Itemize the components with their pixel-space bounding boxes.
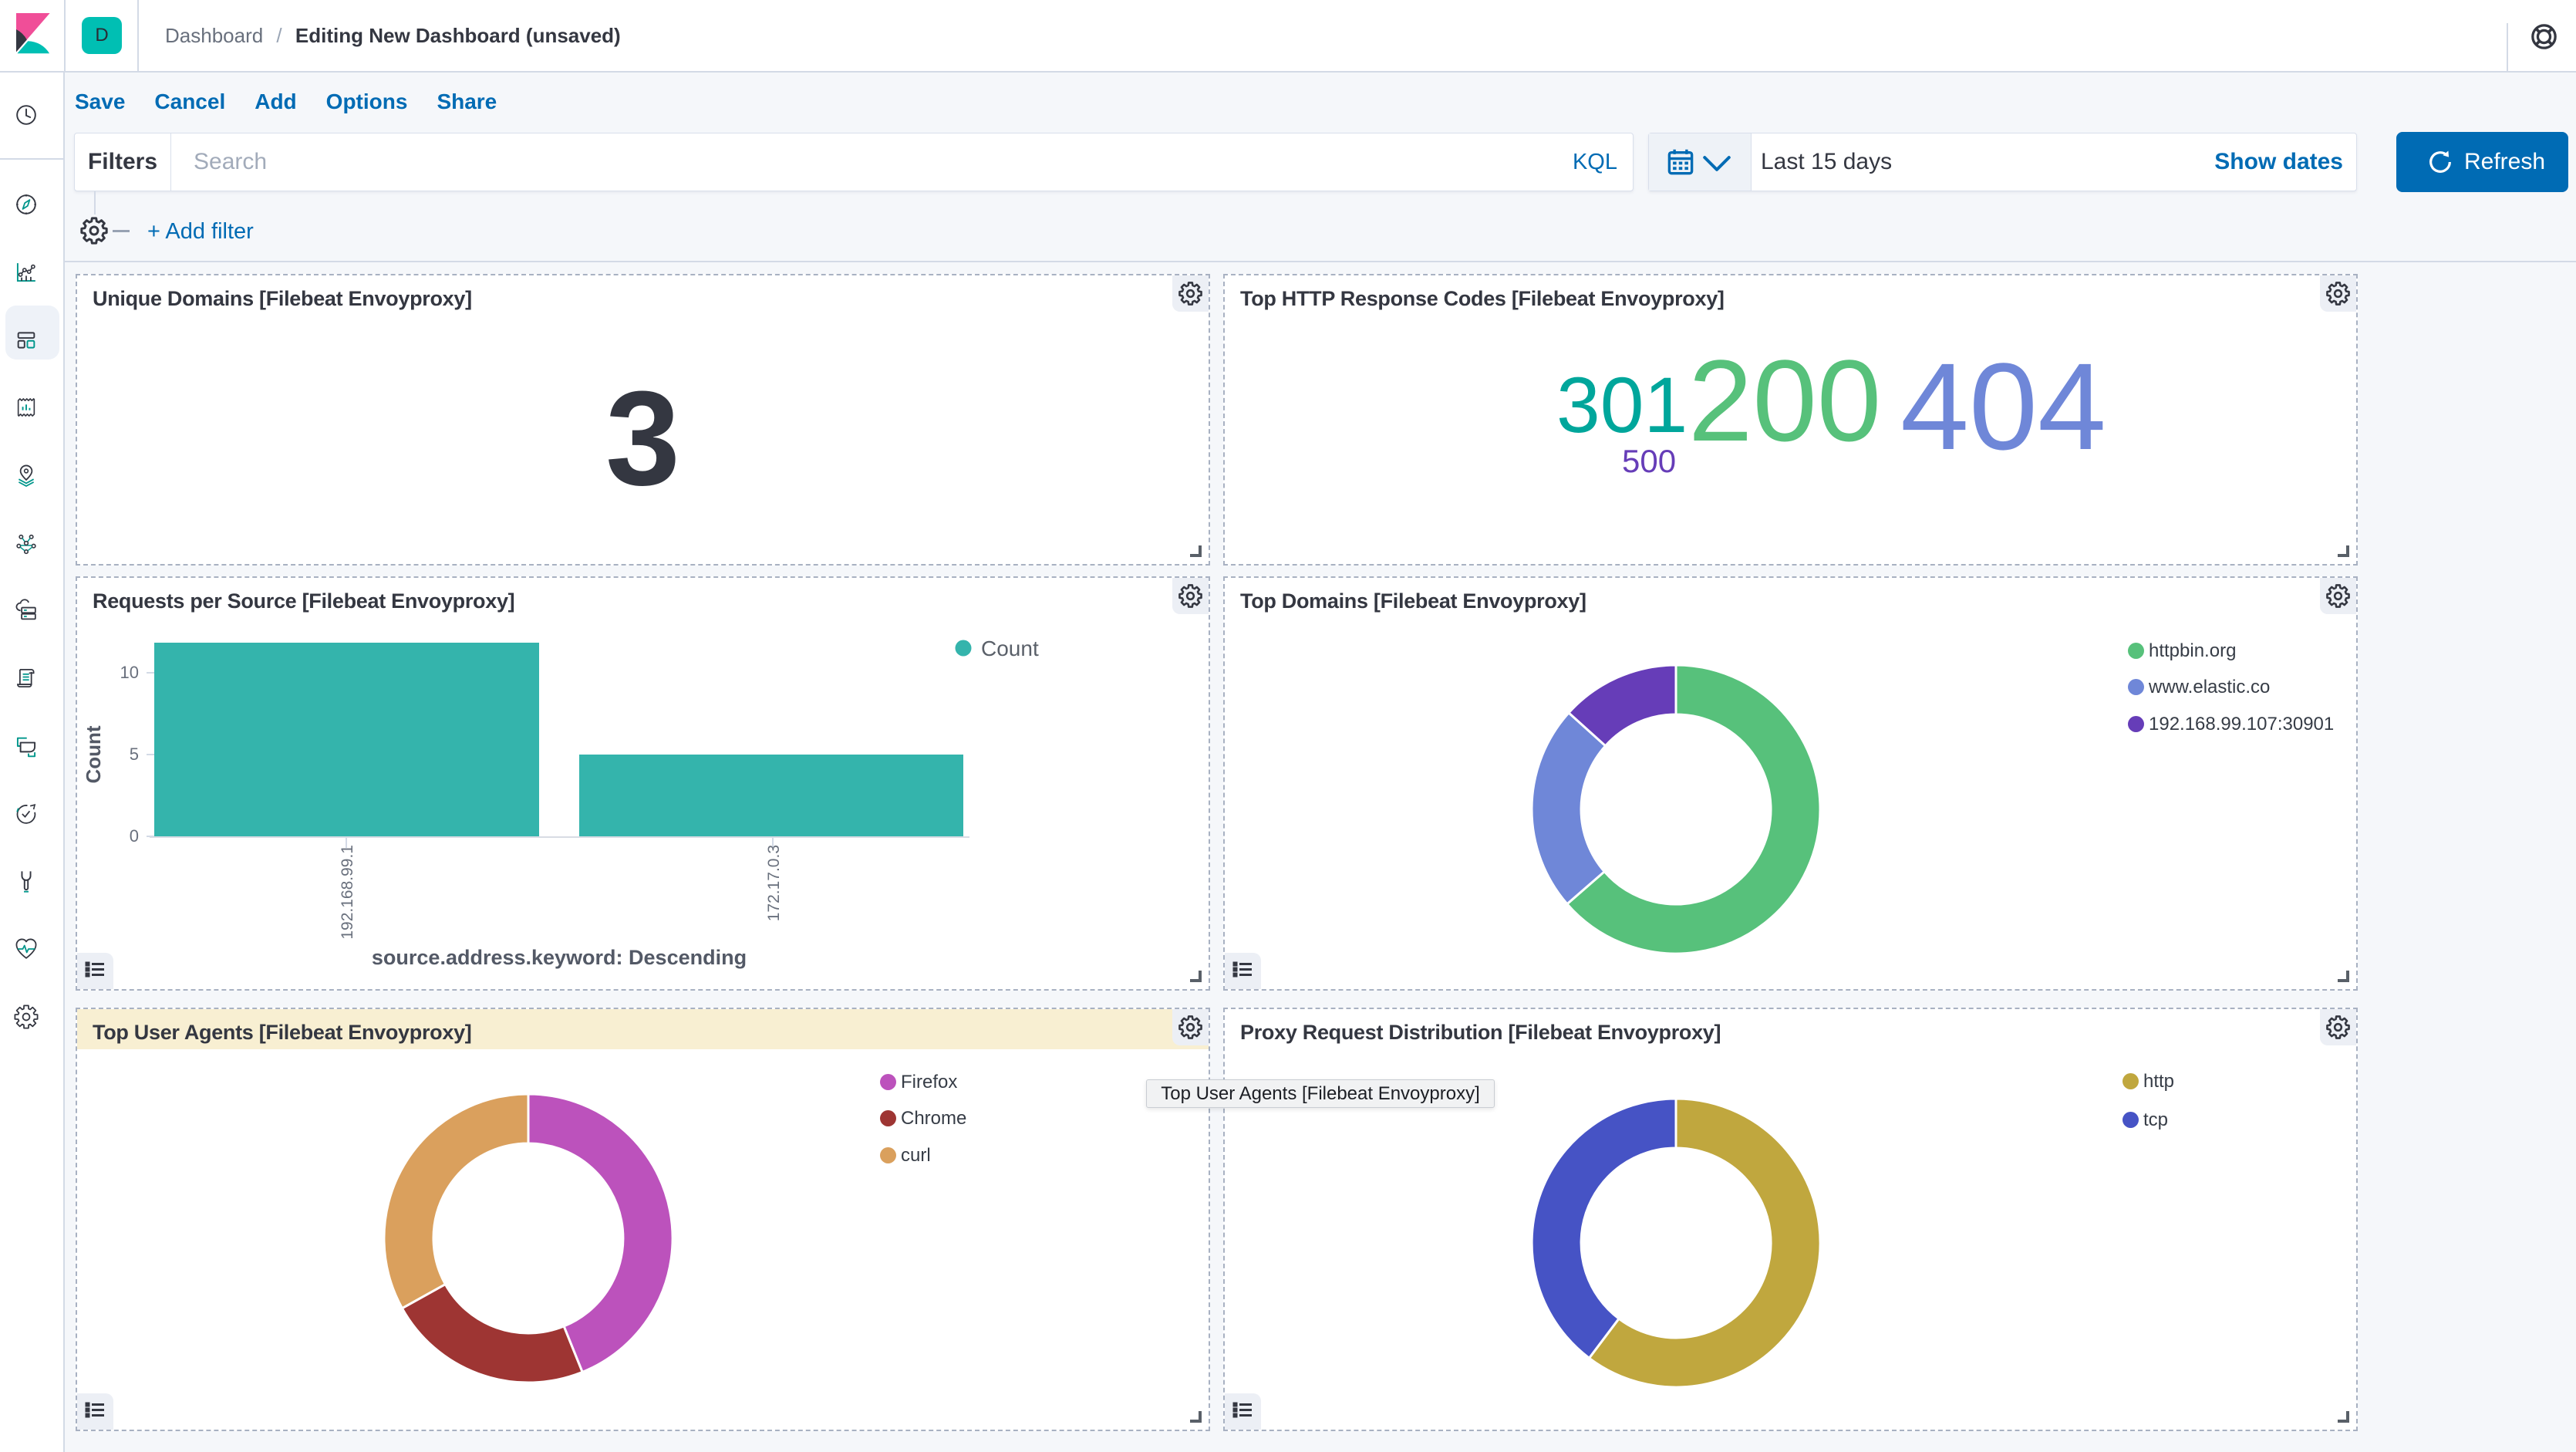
svg-text:source.address.keyword: Descen: source.address.keyword: Descending	[372, 946, 747, 969]
svg-text:192.168.99.1: 192.168.99.1	[339, 845, 356, 940]
svg-text:0: 0	[130, 826, 139, 846]
svg-text:172.17.0.3: 172.17.0.3	[765, 845, 783, 921]
svg-text:10: 10	[120, 663, 139, 682]
svg-text:Count: Count	[981, 637, 1039, 660]
svg-text:5: 5	[130, 745, 139, 764]
svg-text:Count: Count	[82, 725, 105, 783]
